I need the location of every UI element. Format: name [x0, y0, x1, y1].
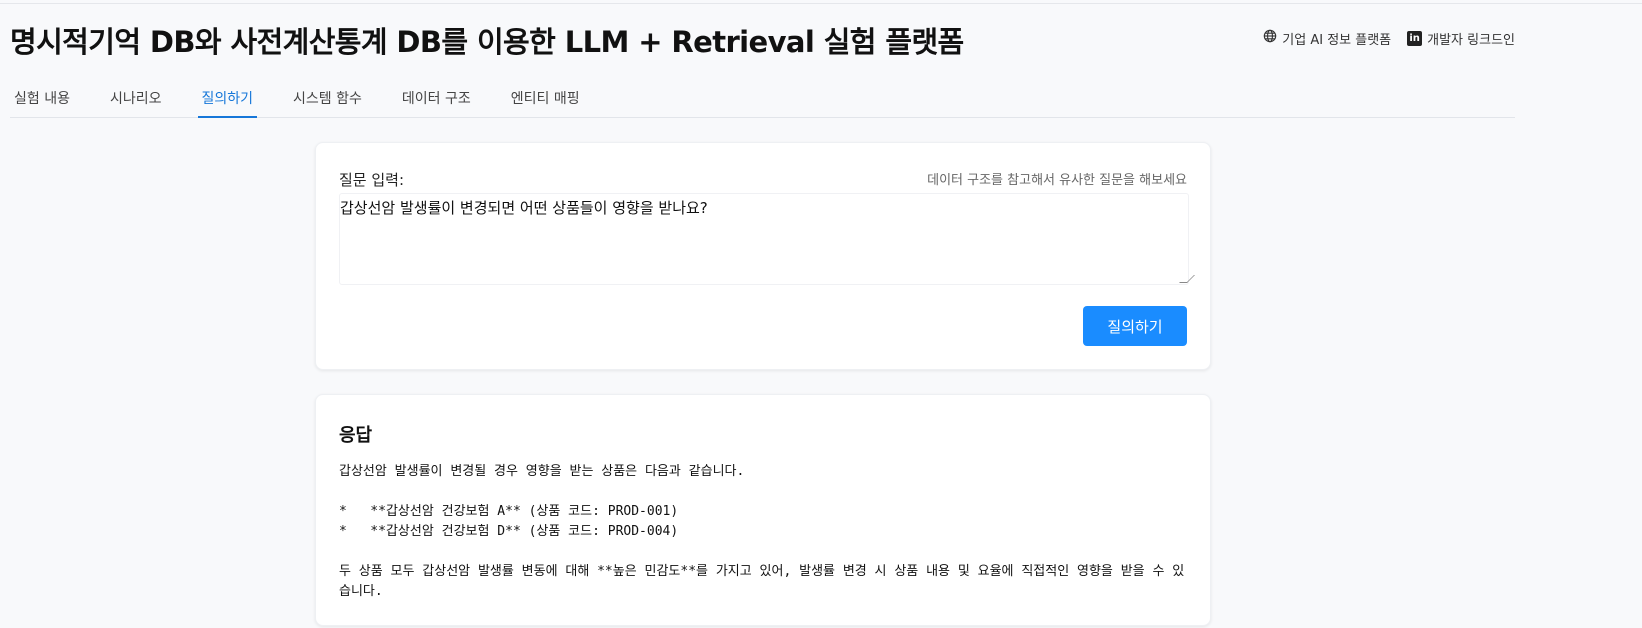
- query-card: 질문 입력: 데이터 구조를 참고해서 유사한 질문을 해보세요 갑상선암 발생…: [315, 142, 1211, 370]
- answer-card: 응답 갑상선암 발생률이 변경될 경우 영향을 받는 상품은 다음과 같습니다.…: [315, 394, 1211, 626]
- answer-conclusion: 두 상품 모두 갑상선암 발생률 변동에 대해 **높은 민감도**를 가지고 …: [339, 564, 1185, 599]
- developer-linkedin-link[interactable]: in 개발자 링크드인: [1407, 29, 1515, 48]
- globe-icon: [1263, 29, 1277, 47]
- main-tabs: 실험 내용 시나리오 질의하기 시스템 함수 데이터 구조 엔티티 매핑: [10, 80, 1515, 118]
- submit-query-button[interactable]: 질의하기: [1083, 306, 1187, 346]
- query-hint: 데이터 구조를 참고해서 유사한 질문을 해보세요: [927, 173, 1187, 188]
- page-title: 명시적기억 DB와 사전계산통계 DB를 이용한 LLM + Retrieval…: [10, 25, 964, 59]
- query-text: 갑상선암 발생률이 변경되면 어떤 상품들이 영향을 받나요?: [340, 199, 708, 217]
- resize-handle[interactable]: [1179, 275, 1195, 283]
- answer-item: * **갑상선암 건강보험 D** (상품 코드: PROD-004): [339, 524, 679, 539]
- tab-data-structure[interactable]: 데이터 구조: [398, 80, 475, 118]
- company-ai-platform-label: 기업 AI 정보 플랫폼: [1282, 32, 1392, 48]
- answer-intro: 갑상선암 발생률이 변경될 경우 영향을 받는 상품은 다음과 같습니다.: [339, 464, 745, 479]
- tab-experiment-content[interactable]: 실험 내용: [10, 80, 74, 118]
- linkedin-icon: in: [1407, 30, 1423, 46]
- header-links: 기업 AI 정보 플랫폼 in 개발자 링크드인: [1263, 29, 1515, 48]
- answer-title: 응답: [339, 425, 373, 446]
- tab-entity-mapping[interactable]: 엔티티 매핑: [507, 80, 584, 118]
- top-divider: [0, 3, 1642, 4]
- tab-query[interactable]: 질의하기: [197, 80, 258, 118]
- query-textarea[interactable]: 갑상선암 발생률이 변경되면 어떤 상품들이 영향을 받나요?: [339, 193, 1195, 285]
- answer-item: * **갑상선암 건강보험 A** (상품 코드: PROD-001): [339, 504, 679, 519]
- query-label: 질문 입력:: [339, 171, 405, 189]
- tab-scenario[interactable]: 시나리오: [106, 80, 166, 118]
- developer-linkedin-label: 개발자 링크드인: [1427, 32, 1515, 48]
- answer-body: 갑상선암 발생률이 변경될 경우 영향을 받는 상품은 다음과 같습니다. * …: [339, 462, 1189, 602]
- page-header: 명시적기억 DB와 사전계산통계 DB를 이용한 LLM + Retrieval…: [10, 16, 1515, 64]
- company-ai-platform-link[interactable]: 기업 AI 정보 플랫폼: [1263, 29, 1391, 48]
- tab-system-functions[interactable]: 시스템 함수: [289, 80, 366, 118]
